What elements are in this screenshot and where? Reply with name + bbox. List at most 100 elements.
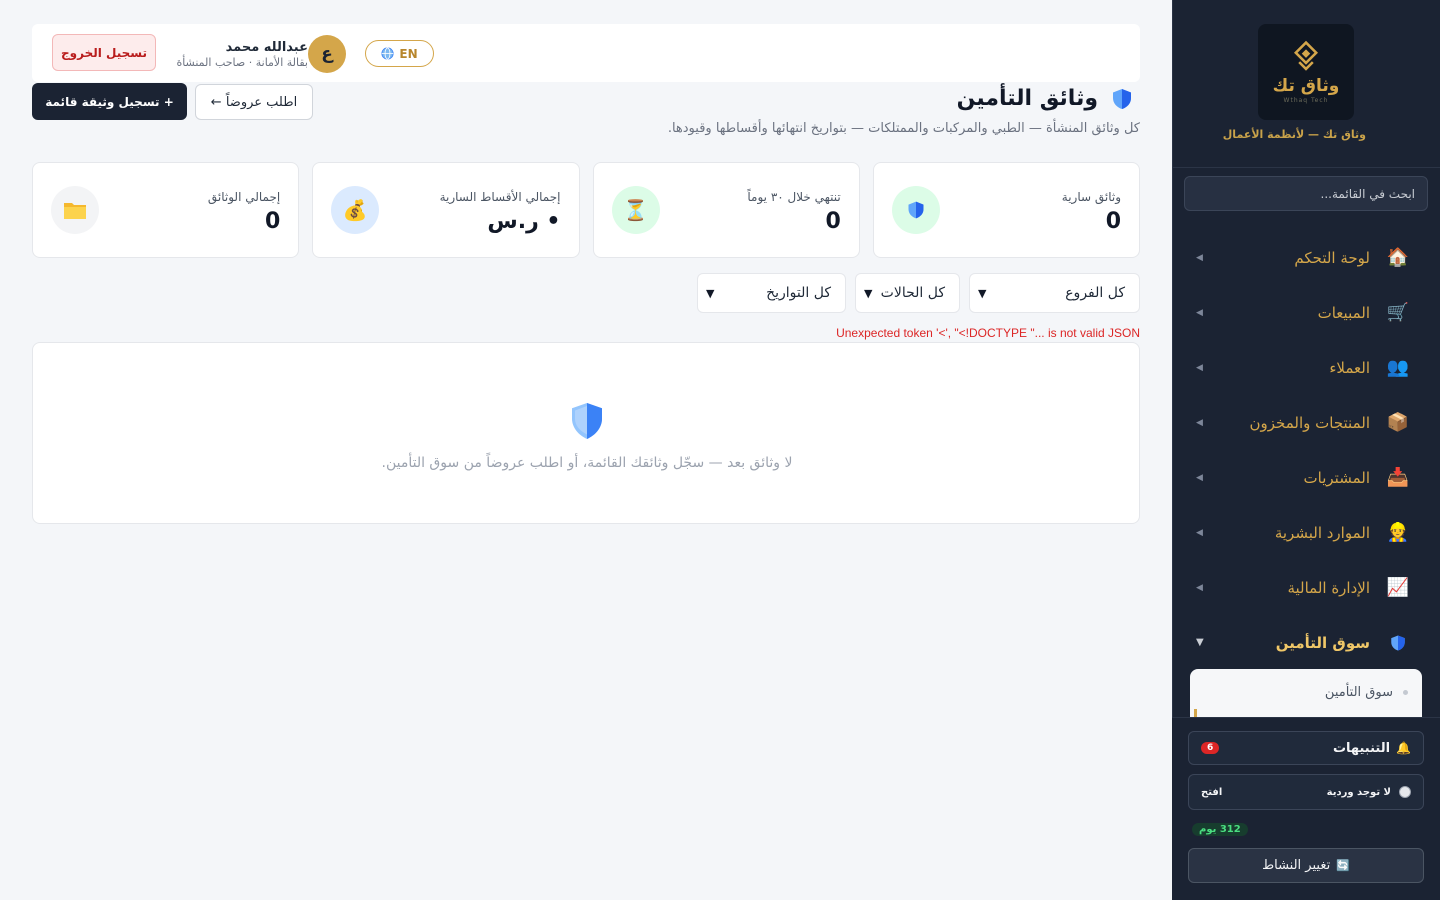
shield-icon [1386, 631, 1410, 655]
caret-left-icon: ◀ [1196, 252, 1203, 263]
caret-left-icon: ◀ [1196, 417, 1203, 428]
chevron-down-icon: ▼ [864, 286, 873, 300]
sidebar-item-label: المبيعات [1317, 303, 1370, 322]
branch-filter-value: كل الفروع [1065, 285, 1125, 301]
stat-label: إجمالي الأقساط السارية [439, 190, 561, 204]
sidebar-item-insurance[interactable]: سوق التأمين ▼ [1172, 615, 1440, 670]
bell-icon: 🔔 [1396, 741, 1411, 755]
sidebar-item-finance[interactable]: 📈 الإدارة المالية ◀ [1172, 560, 1440, 615]
stat-label: إجمالي الوثائق [207, 190, 281, 204]
stat-card-premiums: إجمالي الأقساط السارية • ر.س 💰 [312, 162, 580, 258]
sidebar-item-label: سوق التأمين [1275, 633, 1370, 652]
sidebar-item-label: الموارد البشرية [1274, 523, 1370, 542]
request-quotes-button[interactable]: اطلب عروضاً ← [195, 84, 313, 120]
notifications-button[interactable]: 🔔 التنبيهات 6 [1188, 731, 1424, 765]
error-message: Unexpected token '<', "<!DOCTYPE "... is… [836, 326, 1140, 340]
days-remaining-badge: 312 يوم [1192, 823, 1248, 836]
package-icon: 📦 [1386, 412, 1410, 433]
folder-icon [51, 186, 99, 234]
brand-tagline: وثاق تك — لأنظمة الأعمال [1222, 128, 1366, 141]
sidebar-item-label: المشتريات [1303, 468, 1370, 487]
scroll-indicator [1194, 709, 1197, 717]
change-activity-button[interactable]: 🔄 تغيير النشاط [1188, 848, 1424, 883]
language-toggle-button[interactable]: EN [365, 40, 434, 67]
status-filter-value: كل الحالات [880, 285, 945, 301]
date-filter-select[interactable]: كل التواريخ ▼ [697, 273, 846, 313]
chart-icon: 📈 [1386, 577, 1410, 598]
stat-value: 0 [264, 209, 281, 234]
sidebar-item-label: الإدارة المالية [1287, 578, 1370, 597]
users-icon: 👥 [1386, 357, 1410, 378]
chevron-down-icon: ▼ [978, 286, 987, 300]
stat-card-total: إجمالي الوثائق 0 [32, 162, 300, 258]
sidebar-item-label: العملاء [1329, 358, 1370, 377]
refresh-icon: 🔄 [1336, 859, 1350, 872]
sidebar-item-sales[interactable]: 🛒 المبيعات ◀ [1172, 285, 1440, 340]
submenu-item-insurance-market[interactable]: سوق التأمين [1190, 669, 1422, 715]
empty-state-card: لا وثائق بعد — سجّل وثائقك القائمة، أو ا… [32, 342, 1140, 524]
notifications-count-badge: 6 [1201, 742, 1220, 754]
open-shift-button[interactable]: افتح [1201, 787, 1222, 798]
caret-left-icon: ◀ [1196, 472, 1203, 483]
home-icon: 🏠 [1386, 247, 1410, 268]
money-bag-icon: 💰 [331, 186, 380, 234]
sidebar-item-products[interactable]: 📦 المنتجات والمخزون ◀ [1172, 395, 1440, 450]
logout-button[interactable]: تسجيل الخروج [52, 34, 156, 71]
chevron-down-icon: ▼ [706, 286, 715, 300]
notifications-label: التنبيهات [1332, 740, 1391, 756]
caret-left-icon: ◀ [1196, 527, 1203, 538]
user-name: عبدالله محمد [225, 39, 308, 55]
caret-left-icon: ◀ [1196, 362, 1203, 373]
logo-area: وثاق تك Wthaq Tech وثاق تك — لأنظمة الأع… [1173, 0, 1440, 168]
date-filter-value: كل التواريخ [766, 285, 831, 301]
sidebar-nav: 🏠 لوحة التحكم ◀ 🛒 المبيعات ◀ 👥 العملاء ◀… [1172, 230, 1440, 670]
bullet-icon [1403, 689, 1408, 695]
user-role: بقالة الأمانة · صاحب المنشأة [176, 55, 308, 69]
stat-card-active: وثائق سارية 0 [872, 162, 1140, 258]
language-label: EN [399, 46, 418, 61]
brand-subtitle: Wthaq Tech [1283, 97, 1329, 104]
sidebar-item-hr[interactable]: 👷 الموارد البشرية ◀ [1172, 505, 1440, 560]
sidebar-search-input[interactable] [1184, 176, 1428, 211]
sidebar-item-customers[interactable]: 👥 العملاء ◀ [1172, 340, 1440, 395]
status-dot-icon [1399, 786, 1411, 798]
stat-label: تنتهي خلال ٣٠ يوماً [747, 190, 841, 204]
brand-mark-icon [1293, 40, 1319, 71]
stat-value: • ر.س [487, 209, 561, 234]
change-activity-label: تغيير النشاط [1262, 858, 1331, 873]
empty-state-text: لا وثائق بعد — سجّل وثائقك القائمة، أو ا… [381, 455, 793, 471]
stats-cards: وثائق سارية 0 تنتهي خلال ٣٠ يوماً 0 ⏳ إج… [32, 162, 1140, 258]
user-block[interactable]: عبدالله محمد بقالة الأمانة · صاحب المنشأ… [176, 35, 356, 73]
stat-value: 0 [1105, 209, 1121, 234]
page-title-text: وثائق التأمين [956, 86, 1098, 111]
stat-label: وثائق سارية [1061, 190, 1121, 204]
submenu-item-label: سوق التأمين [1324, 684, 1393, 700]
brand-logo[interactable]: وثاق تك Wthaq Tech [1258, 24, 1354, 120]
user-info: عبدالله محمد بقالة الأمانة · صاحب المنشأ… [176, 40, 308, 69]
page-description: كل وثائق المنشأة — الطبي والمركبات والمم… [667, 121, 1140, 136]
sidebar-item-purchases[interactable]: 📥 المشتريات ◀ [1172, 450, 1440, 505]
register-policy-button[interactable]: + تسجيل وثيقة قائمة [32, 83, 187, 120]
sidebar: وثاق تك Wthaq Tech وثاق تك — لأنظمة الأع… [1172, 0, 1440, 900]
caret-left-icon: ◀ [1196, 307, 1203, 318]
shield-icon [891, 186, 940, 234]
globe-icon [381, 47, 394, 60]
status-filter-select[interactable]: كل الحالات ▼ [855, 273, 960, 313]
sidebar-item-label: المنتجات والمخزون [1249, 413, 1370, 432]
shift-status-label: لا توجد وردية [1326, 786, 1391, 798]
caret-down-icon: ▼ [1196, 637, 1204, 648]
cart-icon: 🛒 [1386, 302, 1410, 323]
page-title: وثائق التأمين [957, 86, 1134, 111]
inbox-icon: 📥 [1386, 467, 1410, 488]
top-bar: عبدالله محمد بقالة الأمانة · صاحب المنشأ… [32, 24, 1140, 82]
hourglass-icon: ⏳ [611, 186, 660, 234]
submenu-panel: سوق التأمين [1190, 669, 1422, 717]
avatar[interactable]: ع [308, 35, 346, 73]
sidebar-item-label: لوحة التحكم [1294, 248, 1370, 267]
main-content: عبدالله محمد بقالة الأمانة · صاحب المنشأ… [0, 0, 1172, 900]
shift-status: لا توجد وردية افتح [1188, 774, 1424, 810]
branch-filter-select[interactable]: كل الفروع ▼ [969, 273, 1140, 313]
brand-name: وثاق تك [1272, 76, 1340, 96]
sidebar-item-dashboard[interactable]: 🏠 لوحة التحكم ◀ [1172, 230, 1440, 285]
stat-value: 0 [825, 209, 841, 234]
